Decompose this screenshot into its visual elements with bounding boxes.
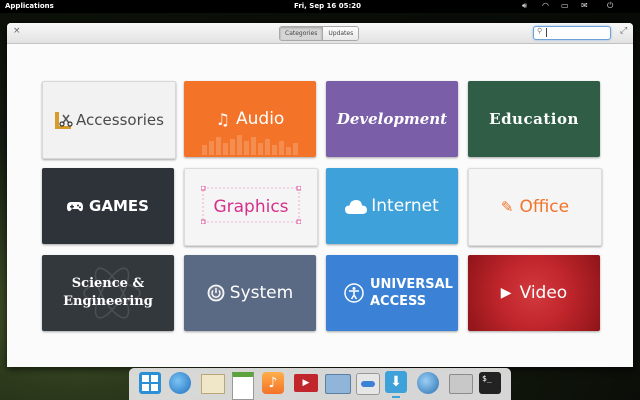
- category-label: Internet: [371, 196, 439, 216]
- category-label: UNIVERSAL ACCESS: [370, 277, 453, 309]
- category-label: Education: [489, 110, 579, 128]
- category-internet[interactable]: Internet: [326, 168, 458, 244]
- category-graphics[interactable]: Graphics: [184, 168, 318, 246]
- atom-decoration: [83, 267, 141, 319]
- wifi-icon[interactable]: ◠: [542, 1, 549, 10]
- browser-icon[interactable]: [169, 372, 191, 394]
- tab-categories[interactable]: Categories: [280, 27, 324, 40]
- view-switcher: Categories Updates: [279, 26, 360, 41]
- switchboard-icon[interactable]: [356, 373, 380, 395]
- category-label: Development: [336, 110, 448, 128]
- category-science-engineering[interactable]: Science & Engineering: [42, 255, 174, 331]
- header-bar: × Categories Updates ⚲ ⤢: [7, 23, 633, 44]
- category-system[interactable]: System: [184, 255, 316, 331]
- category-office[interactable]: ✎ Office: [468, 168, 602, 246]
- music-note-icon: ♫: [215, 109, 230, 129]
- search-box[interactable]: ⚲: [533, 26, 611, 40]
- pencil-icon: ✎: [500, 198, 514, 216]
- selection-frame-decoration: [201, 186, 301, 224]
- mail-icon[interactable]: [201, 374, 225, 394]
- clock[interactable]: Fri, Sep 16 05:20: [294, 2, 361, 10]
- gamepad-icon: [67, 201, 84, 211]
- appcenter-icon[interactable]: ⬇: [385, 371, 407, 393]
- close-icon[interactable]: ×: [13, 26, 21, 36]
- notifications-icon[interactable]: ✉: [581, 1, 588, 10]
- volume-icon[interactable]: 🔊︎: [522, 1, 527, 11]
- power-menu-icon[interactable]: ⏻: [607, 1, 613, 11]
- photos-icon[interactable]: [325, 374, 351, 394]
- appcenter-window: × Categories Updates ⚲ ⤢ Accessories ♫ A…: [7, 23, 633, 367]
- files-icon[interactable]: [449, 374, 473, 394]
- category-label: System: [229, 283, 294, 303]
- category-label: Office: [519, 197, 570, 217]
- cloud-icon: [345, 199, 368, 214]
- appcenter-running-indicator: [392, 396, 400, 398]
- search-icon: ⚲: [537, 27, 543, 35]
- maximize-icon[interactable]: ⤢: [620, 26, 627, 36]
- category-label: Video: [519, 283, 568, 303]
- multitasking-icon[interactable]: [139, 372, 161, 394]
- battery-icon[interactable]: ▭: [561, 1, 569, 10]
- accessories-icon: [55, 112, 73, 129]
- category-video[interactable]: ▶ Video: [468, 255, 600, 331]
- updater-icon[interactable]: [417, 372, 439, 394]
- videos-icon[interactable]: ▶: [294, 374, 318, 392]
- terminal-icon[interactable]: $_: [479, 372, 501, 394]
- music-icon[interactable]: ♪: [262, 372, 284, 394]
- category-accessories[interactable]: Accessories: [42, 81, 176, 159]
- category-development[interactable]: Development: [326, 81, 458, 157]
- category-label: Accessories: [76, 111, 164, 129]
- accessibility-icon: [344, 283, 364, 303]
- applications-menu[interactable]: Applications: [5, 2, 54, 10]
- dock: ♪ ▶ ⬇ $_: [129, 368, 511, 400]
- equalizer-decoration: [202, 135, 298, 155]
- search-input[interactable]: [546, 28, 607, 37]
- category-education[interactable]: Education: [468, 81, 600, 157]
- category-games[interactable]: GAMES: [42, 168, 174, 244]
- category-label: GAMES: [89, 197, 149, 215]
- calendar-icon[interactable]: [232, 372, 254, 400]
- power-icon: [207, 284, 225, 302]
- top-panel: Applications Fri, Sep 16 05:20 🔊︎ ◠ ▭ ✉ …: [0, 0, 640, 13]
- play-icon: ▶: [500, 285, 512, 301]
- category-universal-access[interactable]: UNIVERSAL ACCESS: [326, 255, 458, 331]
- category-label: Audio: [236, 109, 285, 129]
- category-audio[interactable]: ♫ Audio: [184, 81, 316, 157]
- tab-updates[interactable]: Updates: [323, 27, 359, 40]
